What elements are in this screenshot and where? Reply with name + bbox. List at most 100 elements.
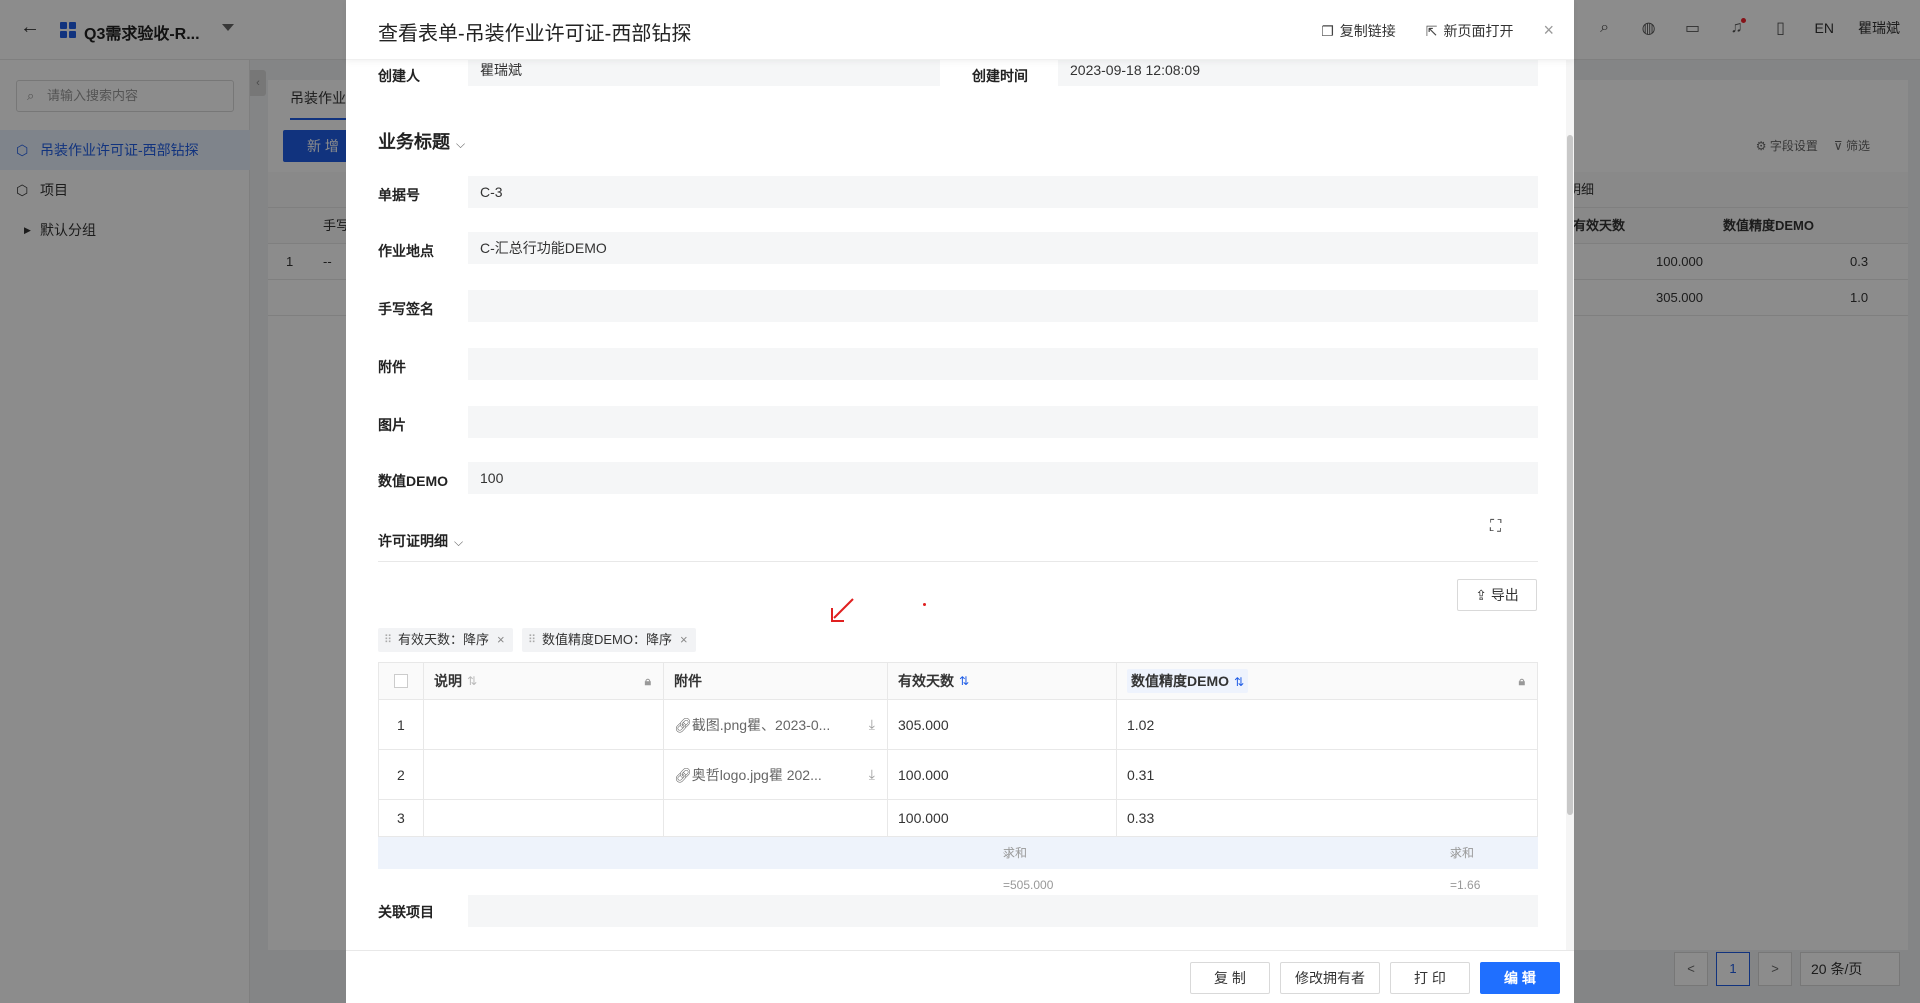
summary-row: 求和=505.000 ⌵ 求和=1.66 ⌵ xyxy=(378,837,1538,892)
row-attachment xyxy=(664,800,888,836)
form-view-modal: 查看表单-吊装作业许可证-西部钻探 ❐ 复制链接 ⇱ 新页面打开 × 创建人 瞿瑞斌… xyxy=(346,0,1574,1003)
open-new-page-button[interactable]: ⇱ 新页面打开 xyxy=(1426,21,1514,41)
upload-icon: ⇪ xyxy=(1475,587,1487,603)
col-header-desc-label: 说明 xyxy=(434,673,462,689)
external-link-icon: ⇱ xyxy=(1425,22,1438,39)
created-time-label: 创建时间 xyxy=(972,68,1028,84)
annotation-dot xyxy=(923,603,926,606)
detail-table-header: 说明 ⇅ 🔒︎ 附件 有效天数 ⇅ 数值精度DEMO ⇅ 🔒︎ xyxy=(379,663,1537,700)
row-days: 305.000 xyxy=(888,700,1117,749)
export-label: 导出 xyxy=(1490,587,1519,603)
attachment-name: 奥哲logo.jpg瞿 202... xyxy=(691,766,822,783)
copy-icon: ❐ xyxy=(1321,22,1334,39)
sum-days[interactable]: 求和=505.000 ⌵ xyxy=(1003,837,1053,892)
field-label-location: 作业地点 xyxy=(378,243,434,259)
field-value-doc-no: C-3 xyxy=(468,176,1538,208)
fullscreen-icon[interactable]: ⛶ xyxy=(1490,518,1501,536)
col-header-precision[interactable]: 数值精度DEMO ⇅ 🔒︎ xyxy=(1117,663,1537,699)
field-label-number-demo: 数值DEMO xyxy=(378,473,448,489)
col-header-days-label: 有效天数 xyxy=(898,673,954,689)
download-icon[interactable]: ⤓ xyxy=(869,766,875,783)
sum-precision-label: 求和=1.66 xyxy=(1450,846,1481,892)
modal-scrollbar-thumb[interactable] xyxy=(1567,135,1573,815)
col-header-days[interactable]: 有效天数 ⇅ xyxy=(888,663,1117,699)
attachment-link[interactable]: 🔗︎奥哲logo.jpg瞿 202... xyxy=(674,765,822,785)
modal-header: 查看表单-吊装作业许可证-西部钻探 ❐ 复制链接 ⇱ 新页面打开 × xyxy=(346,0,1574,60)
attachment-link[interactable]: 🔗︎截图.png瞿、2023-0... xyxy=(674,715,830,735)
col-header-precision-label: 数值精度DEMO xyxy=(1131,673,1229,689)
row-desc xyxy=(424,800,664,836)
field-value-attachment xyxy=(468,348,1538,380)
sum-days-label: 求和=505.000 xyxy=(1003,846,1054,892)
field-value-location: C-汇总行功能DEMO xyxy=(468,232,1538,264)
col-header-desc[interactable]: 说明 ⇅ 🔒︎ xyxy=(424,663,664,699)
row-attachment: 🔗︎奥哲logo.jpg瞿 202... ⤓ xyxy=(664,750,888,799)
section-business-title[interactable]: 业务标题 ⌵ xyxy=(378,128,465,154)
sort-desc-icon[interactable]: ⇅ xyxy=(959,674,969,688)
drag-handle-icon[interactable]: ⠿ xyxy=(528,628,536,652)
creator-value: 瞿瑞斌 xyxy=(468,60,940,86)
row-days: 100.000 xyxy=(888,750,1117,799)
detail-divider xyxy=(378,561,1538,562)
row-attachment: 🔗︎截图.png瞿、2023-0... ⤓ xyxy=(664,700,888,749)
table-row[interactable]: 3 100.000 0.33 xyxy=(379,800,1537,836)
change-owner-button[interactable]: 修改拥有者 xyxy=(1280,962,1380,994)
sort-icon[interactable]: ⇅ xyxy=(467,674,477,688)
copy-link-button[interactable]: ❐ 复制链接 xyxy=(1321,21,1396,41)
detail-table: 说明 ⇅ 🔒︎ 附件 有效天数 ⇅ 数值精度DEMO ⇅ 🔒︎ 1 🔗︎截图.p… xyxy=(378,662,1538,837)
copy-button[interactable]: 复 制 xyxy=(1190,962,1270,994)
close-icon[interactable]: × xyxy=(1543,20,1554,41)
select-all-checkbox[interactable] xyxy=(394,674,408,688)
export-button[interactable]: ⇪ 导出 xyxy=(1457,579,1537,611)
open-new-page-label: 新页面打开 xyxy=(1443,22,1514,39)
field-label-image: 图片 xyxy=(378,417,406,433)
table-row[interactable]: 2 🔗︎奥哲logo.jpg瞿 202... ⤓ 100.000 0.31 xyxy=(379,750,1537,800)
row-index: 1 xyxy=(379,700,424,749)
related-project-label: 关联项目 xyxy=(378,904,434,920)
sort-tag-label: 有效天数：降序 xyxy=(398,632,490,647)
attachment-name: 截图.png瞿、2023-0... xyxy=(691,716,831,733)
modal-footer: 复 制 修改拥有者 打 印 编 辑 xyxy=(346,950,1574,1003)
annotation-arrow-icon xyxy=(831,598,854,622)
drag-handle-icon[interactable]: ⠿ xyxy=(384,628,392,652)
creator-label: 创建人 xyxy=(378,68,420,84)
created-time-value: 2023-09-18 12:08:09 xyxy=(1058,60,1538,86)
col-header-precision-wrap: 数值精度DEMO ⇅ xyxy=(1127,669,1249,693)
sort-desc-icon[interactable]: ⇅ xyxy=(1234,675,1244,689)
field-label-attachment: 附件 xyxy=(378,359,406,375)
row-index: 3 xyxy=(379,800,424,836)
sort-tag-days[interactable]: ⠿ 有效天数：降序 × xyxy=(378,628,513,652)
modal-title: 查看表单-吊装作业许可证-西部钻探 xyxy=(378,23,692,45)
field-value-image xyxy=(468,406,1538,438)
section-permit-detail-label: 许可证明细 xyxy=(378,533,448,549)
close-icon[interactable]: × xyxy=(680,632,688,647)
row-days: 100.000 xyxy=(888,800,1117,836)
related-project-value xyxy=(468,895,1538,927)
copy-link-label: 复制链接 xyxy=(1339,22,1396,39)
print-button[interactable]: 打 印 xyxy=(1390,962,1470,994)
row-precision: 0.31 xyxy=(1127,766,1155,783)
col-header-attach: 附件 xyxy=(664,663,888,699)
field-value-number-demo: 100 xyxy=(468,462,1538,494)
chevron-down-icon: ⌵ xyxy=(456,137,466,151)
section-business-label: 业务标题 xyxy=(378,132,450,152)
section-permit-detail[interactable]: 许可证明细 ⌵ xyxy=(378,531,463,551)
chevron-down-icon: ⌵ xyxy=(454,535,464,549)
close-icon[interactable]: × xyxy=(497,632,505,647)
lock-icon: 🔒︎ xyxy=(644,673,651,688)
table-row[interactable]: 1 🔗︎截图.png瞿、2023-0... ⤓ 305.000 1.02 xyxy=(379,700,1537,750)
row-desc xyxy=(424,750,664,799)
col-header-attach-label: 附件 xyxy=(674,673,702,689)
modal-header-actions: ❐ 复制链接 ⇱ 新页面打开 × xyxy=(1321,20,1554,41)
sort-tag-precision[interactable]: ⠿ 数值精度DEMO：降序 × xyxy=(522,628,696,652)
modal-body: 创建人 瞿瑞斌 创建时间 2023-09-18 12:08:09 业务标题 ⌵ 单… xyxy=(346,60,1574,950)
edit-button[interactable]: 编 辑 xyxy=(1480,962,1560,994)
select-all-checkbox-cell xyxy=(379,663,424,699)
field-value-signature xyxy=(468,290,1538,322)
row-desc xyxy=(424,700,664,749)
row-precision: 1.02 xyxy=(1127,716,1155,733)
field-label-doc-no: 单据号 xyxy=(378,187,420,203)
lock-icon: 🔒︎ xyxy=(1518,673,1525,688)
download-icon[interactable]: ⤓ xyxy=(869,716,875,733)
sum-precision[interactable]: 求和=1.66 ⌵ xyxy=(1450,837,1480,892)
